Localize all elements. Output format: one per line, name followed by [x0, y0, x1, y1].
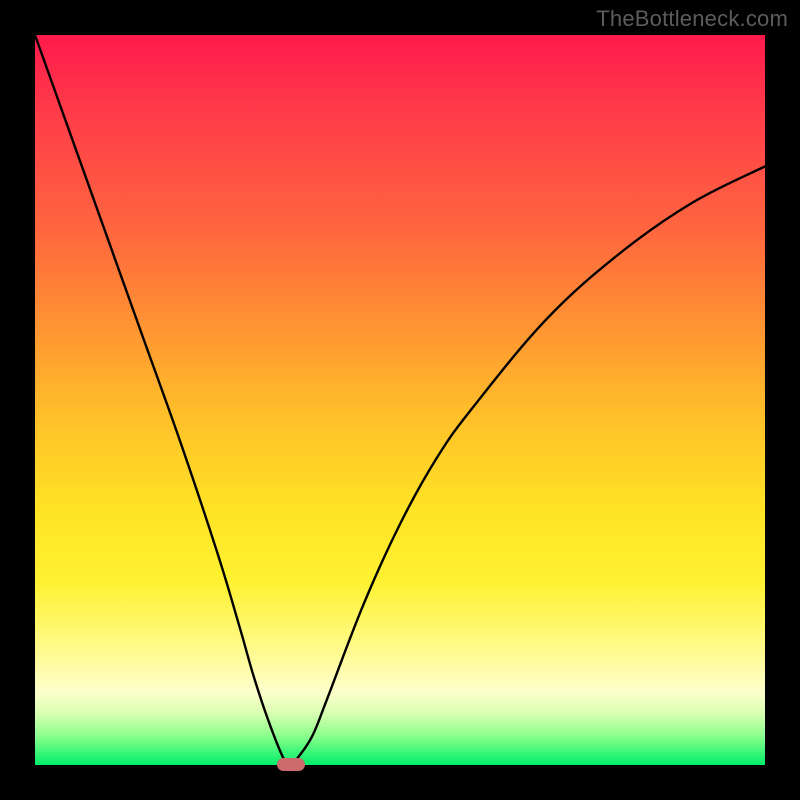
watermark-text: TheBottleneck.com [596, 6, 788, 32]
chart-frame: TheBottleneck.com [0, 0, 800, 800]
minimum-marker [277, 758, 305, 771]
bottleneck-curve [35, 35, 765, 765]
plot-area [35, 35, 765, 765]
